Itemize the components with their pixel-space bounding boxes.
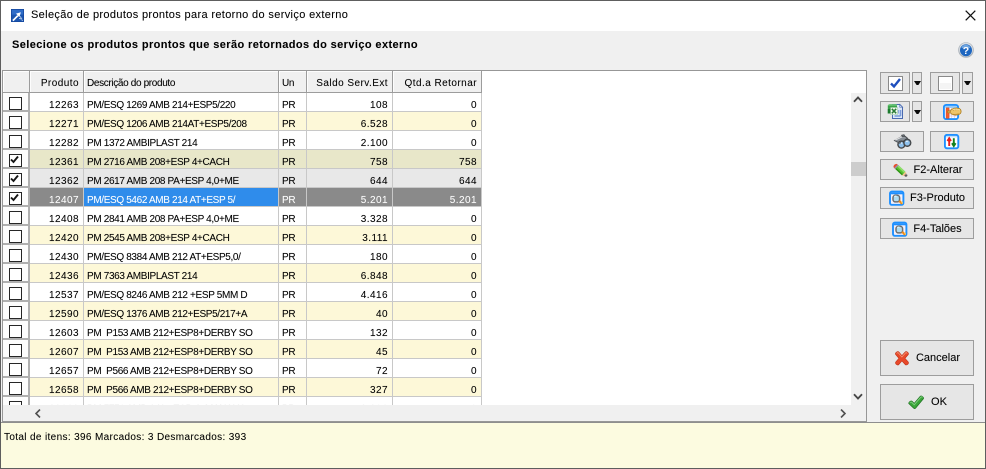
svg-text:?: ?	[963, 45, 969, 57]
